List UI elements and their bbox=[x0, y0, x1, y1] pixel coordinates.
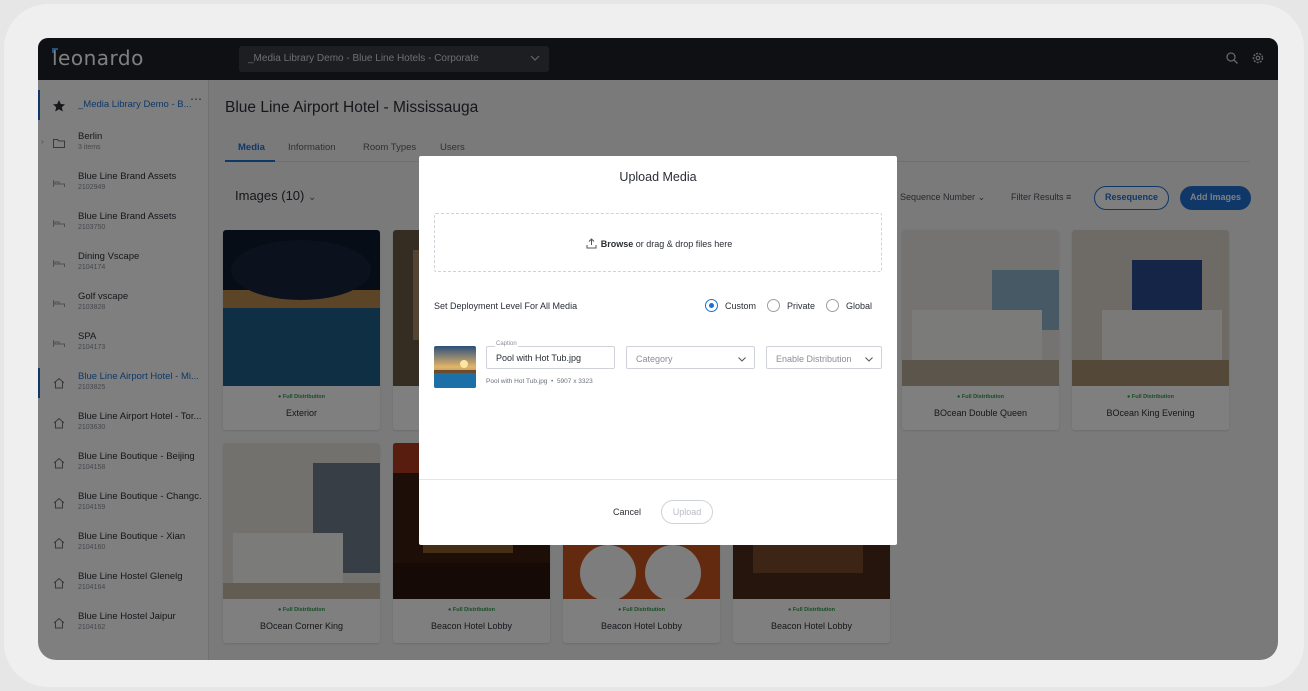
category-select[interactable]: Category bbox=[626, 346, 755, 369]
caption-value: Pool with Hot Tub.jpg bbox=[496, 353, 582, 363]
file-thumbnail bbox=[434, 346, 476, 388]
dialog-divider bbox=[419, 479, 897, 480]
upload-icon bbox=[586, 238, 597, 249]
radio-private-label: Private bbox=[787, 301, 816, 311]
chevron-down-icon bbox=[738, 357, 746, 362]
file-dropzone[interactable]: Browse or drag & drop files here bbox=[434, 213, 882, 272]
browse-link[interactable]: Browse bbox=[601, 239, 634, 249]
dropzone-text: Browse or drag & drop files here bbox=[435, 238, 883, 249]
pool-thumbnail-image bbox=[434, 346, 476, 388]
distribution-select[interactable]: Enable Distribution bbox=[766, 346, 882, 369]
distribution-placeholder: Enable Distribution bbox=[776, 354, 852, 364]
app-screen: leonardo _Media Library Demo - Blue Line… bbox=[38, 38, 1278, 660]
upload-button[interactable]: Upload bbox=[661, 500, 713, 524]
chevron-down-icon bbox=[865, 357, 873, 362]
file-info: Pool with Hot Tub.jpg • 5907 x 3323 bbox=[486, 378, 593, 385]
device-frame: leonardo _Media Library Demo - Blue Line… bbox=[4, 4, 1304, 687]
dialog-title: Upload Media bbox=[619, 170, 697, 184]
category-placeholder: Category bbox=[636, 354, 673, 364]
caption-input[interactable]: Caption Pool with Hot Tub.jpg bbox=[486, 341, 615, 369]
radio-private[interactable] bbox=[767, 299, 780, 312]
radio-custom[interactable] bbox=[705, 299, 718, 312]
caption-field-label: Caption bbox=[495, 341, 518, 347]
radio-global-label: Global bbox=[846, 301, 873, 311]
radio-global[interactable] bbox=[826, 299, 839, 312]
drop-text: or drag & drop files here bbox=[633, 239, 733, 249]
radio-custom-label: Custom bbox=[725, 301, 757, 311]
file-name: Pool with Hot Tub.jpg bbox=[486, 378, 548, 385]
file-dimensions: 5907 x 3323 bbox=[556, 378, 593, 385]
upload-media-dialog: Upload Media Browse or drag & drop files… bbox=[419, 156, 897, 545]
deployment-level-label: Set Deployment Level For All Media bbox=[434, 301, 578, 311]
cancel-button[interactable]: Cancel bbox=[613, 507, 641, 517]
